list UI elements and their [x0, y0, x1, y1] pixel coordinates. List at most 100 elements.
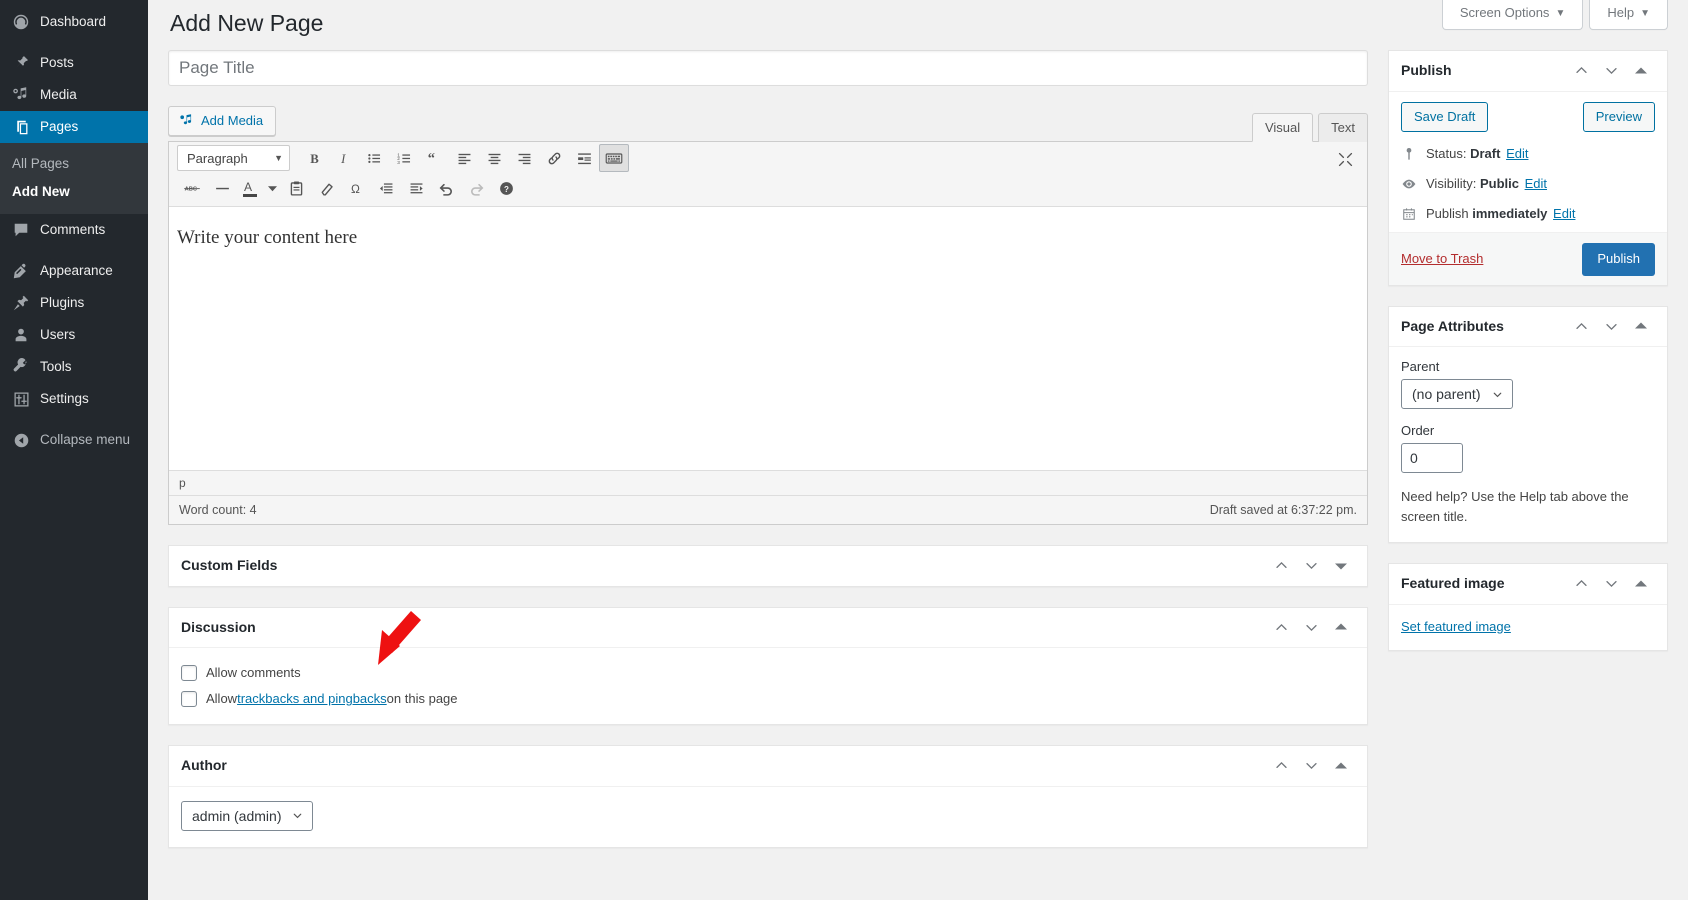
publish-button[interactable]: Publish: [1582, 243, 1655, 275]
collapse-menu-label: Collapse menu: [40, 431, 130, 449]
author-header[interactable]: Author: [169, 746, 1367, 787]
text-color-icon[interactable]: A: [237, 175, 263, 203]
author-select[interactable]: admin (admin): [181, 801, 313, 831]
allow-pings-row[interactable]: Allow trackbacks and pingbacks on this p…: [181, 690, 1355, 708]
custom-fields-header[interactable]: Custom Fields: [169, 546, 1367, 586]
redo-icon[interactable]: [461, 175, 491, 203]
sidebar-item-appearance[interactable]: Appearance: [0, 255, 148, 287]
edit-visibility-link[interactable]: Edit: [1525, 176, 1547, 191]
move-down-icon[interactable]: [1297, 752, 1325, 780]
sidebar-item-users[interactable]: Users: [0, 319, 148, 351]
content-editor-body[interactable]: Write your content here: [169, 207, 1367, 470]
move-down-icon[interactable]: [1597, 312, 1625, 340]
publish-schedule-row: Publish immediately Edit: [1389, 202, 1667, 232]
toggle-panel-icon[interactable]: [1627, 57, 1655, 85]
discussion-header[interactable]: Discussion: [169, 608, 1367, 649]
pin-icon: [10, 53, 32, 73]
sidebar-item-settings[interactable]: Settings: [0, 383, 148, 415]
sidebar-item-plugins[interactable]: Plugins: [0, 287, 148, 319]
allow-pings-checkbox[interactable]: [181, 691, 197, 707]
keyboard-shortcuts-icon[interactable]: ?: [491, 175, 521, 203]
paste-as-text-icon[interactable]: [281, 175, 311, 203]
distraction-free-writing-icon[interactable]: [1331, 146, 1359, 172]
move-up-icon[interactable]: [1267, 752, 1295, 780]
screen-options-button[interactable]: Screen Options▼: [1442, 0, 1584, 30]
align-right-icon[interactable]: [509, 144, 539, 172]
special-character-icon[interactable]: Ω: [341, 175, 371, 203]
move-up-icon[interactable]: [1567, 312, 1595, 340]
custom-fields-title: Custom Fields: [181, 546, 277, 586]
tab-text[interactable]: Text: [1318, 113, 1368, 142]
add-media-button[interactable]: Add Media: [168, 106, 276, 136]
toggle-panel-icon[interactable]: [1627, 570, 1655, 598]
sidebar-item-media[interactable]: Media: [0, 79, 148, 111]
allow-comments-checkbox[interactable]: [181, 665, 197, 681]
sidebar-item-dashboard[interactable]: Dashboard: [0, 6, 148, 38]
move-to-trash-link[interactable]: Move to Trash: [1401, 251, 1483, 266]
save-draft-button[interactable]: Save Draft: [1401, 102, 1488, 132]
publish-visibility-value: Public: [1480, 176, 1519, 191]
sidebar-item-comments[interactable]: Comments: [0, 214, 148, 246]
toggle-panel-icon[interactable]: [1627, 312, 1655, 340]
svg-text:A: A: [244, 180, 253, 193]
publish-status-text: Status: Draft Edit: [1426, 145, 1528, 163]
move-down-icon[interactable]: [1297, 613, 1325, 641]
help-button[interactable]: Help▼: [1589, 0, 1668, 30]
order-input[interactable]: [1401, 443, 1463, 473]
discussion-handle-actions: [1267, 613, 1355, 641]
pin-status-icon: [1401, 147, 1417, 161]
sidebar-subitem-add-new[interactable]: Add New: [0, 178, 148, 206]
featured-image-header[interactable]: Featured image: [1389, 564, 1667, 605]
publish-header[interactable]: Publish: [1389, 51, 1667, 92]
move-down-icon[interactable]: [1597, 570, 1625, 598]
sidebar-item-tools[interactable]: Tools: [0, 351, 148, 383]
edit-schedule-link[interactable]: Edit: [1553, 206, 1575, 221]
sidebar-item-label: Pages: [40, 118, 78, 136]
clear-formatting-icon[interactable]: [311, 175, 341, 203]
toggle-panel-icon[interactable]: [1327, 752, 1355, 780]
undo-icon[interactable]: [431, 175, 461, 203]
move-up-icon[interactable]: [1267, 552, 1295, 580]
parent-select[interactable]: (no parent): [1401, 379, 1513, 409]
italic-icon[interactable]: I: [329, 144, 359, 172]
paragraph-format-select[interactable]: Paragraph ▼: [177, 145, 290, 171]
page-title-input[interactable]: [168, 50, 1368, 86]
set-featured-image-link[interactable]: Set featured image: [1401, 619, 1511, 634]
edit-status-link[interactable]: Edit: [1506, 146, 1528, 161]
svg-text:Ω: Ω: [350, 182, 359, 196]
decrease-indent-icon[interactable]: [371, 175, 401, 203]
bold-icon[interactable]: B: [299, 144, 329, 172]
insert-link-icon[interactable]: [539, 144, 569, 172]
tab-visual[interactable]: Visual: [1252, 113, 1313, 142]
increase-indent-icon[interactable]: [401, 175, 431, 203]
page-attributes-header[interactable]: Page Attributes: [1389, 307, 1667, 348]
sidebar-item-pages[interactable]: Pages: [0, 111, 148, 143]
collapse-icon: [10, 430, 32, 450]
wp-admin-screen: Dashboard Posts Media Pages All Pages Ad…: [0, 0, 1688, 900]
title-field-wrapper: [168, 50, 1368, 86]
toggle-panel-icon[interactable]: [1327, 552, 1355, 580]
horizontal-line-icon[interactable]: [207, 175, 237, 203]
bulleted-list-icon[interactable]: [359, 144, 389, 172]
allow-comments-row[interactable]: Allow comments: [181, 664, 1355, 682]
move-down-icon[interactable]: [1297, 552, 1325, 580]
sidebar-item-posts[interactable]: Posts: [0, 47, 148, 79]
strikethrough-icon[interactable]: ABC: [177, 175, 207, 203]
move-up-icon[interactable]: [1567, 570, 1595, 598]
text-color-dropdown-icon[interactable]: [263, 175, 281, 203]
align-center-icon[interactable]: [479, 144, 509, 172]
blockquote-icon[interactable]: “: [419, 144, 449, 172]
help-label: Help: [1607, 5, 1634, 20]
move-up-icon[interactable]: [1567, 57, 1595, 85]
preview-button[interactable]: Preview: [1583, 102, 1655, 132]
move-up-icon[interactable]: [1267, 613, 1295, 641]
toggle-panel-icon[interactable]: [1327, 613, 1355, 641]
collapse-menu-button[interactable]: Collapse menu: [0, 424, 148, 456]
sidebar-subitem-all-pages[interactable]: All Pages: [0, 150, 148, 178]
toolbar-toggle-icon[interactable]: [599, 144, 629, 172]
trackbacks-link[interactable]: trackbacks and pingbacks: [237, 690, 387, 708]
align-left-icon[interactable]: [449, 144, 479, 172]
move-down-icon[interactable]: [1597, 57, 1625, 85]
read-more-icon[interactable]: [569, 144, 599, 172]
numbered-list-icon[interactable]: 123: [389, 144, 419, 172]
